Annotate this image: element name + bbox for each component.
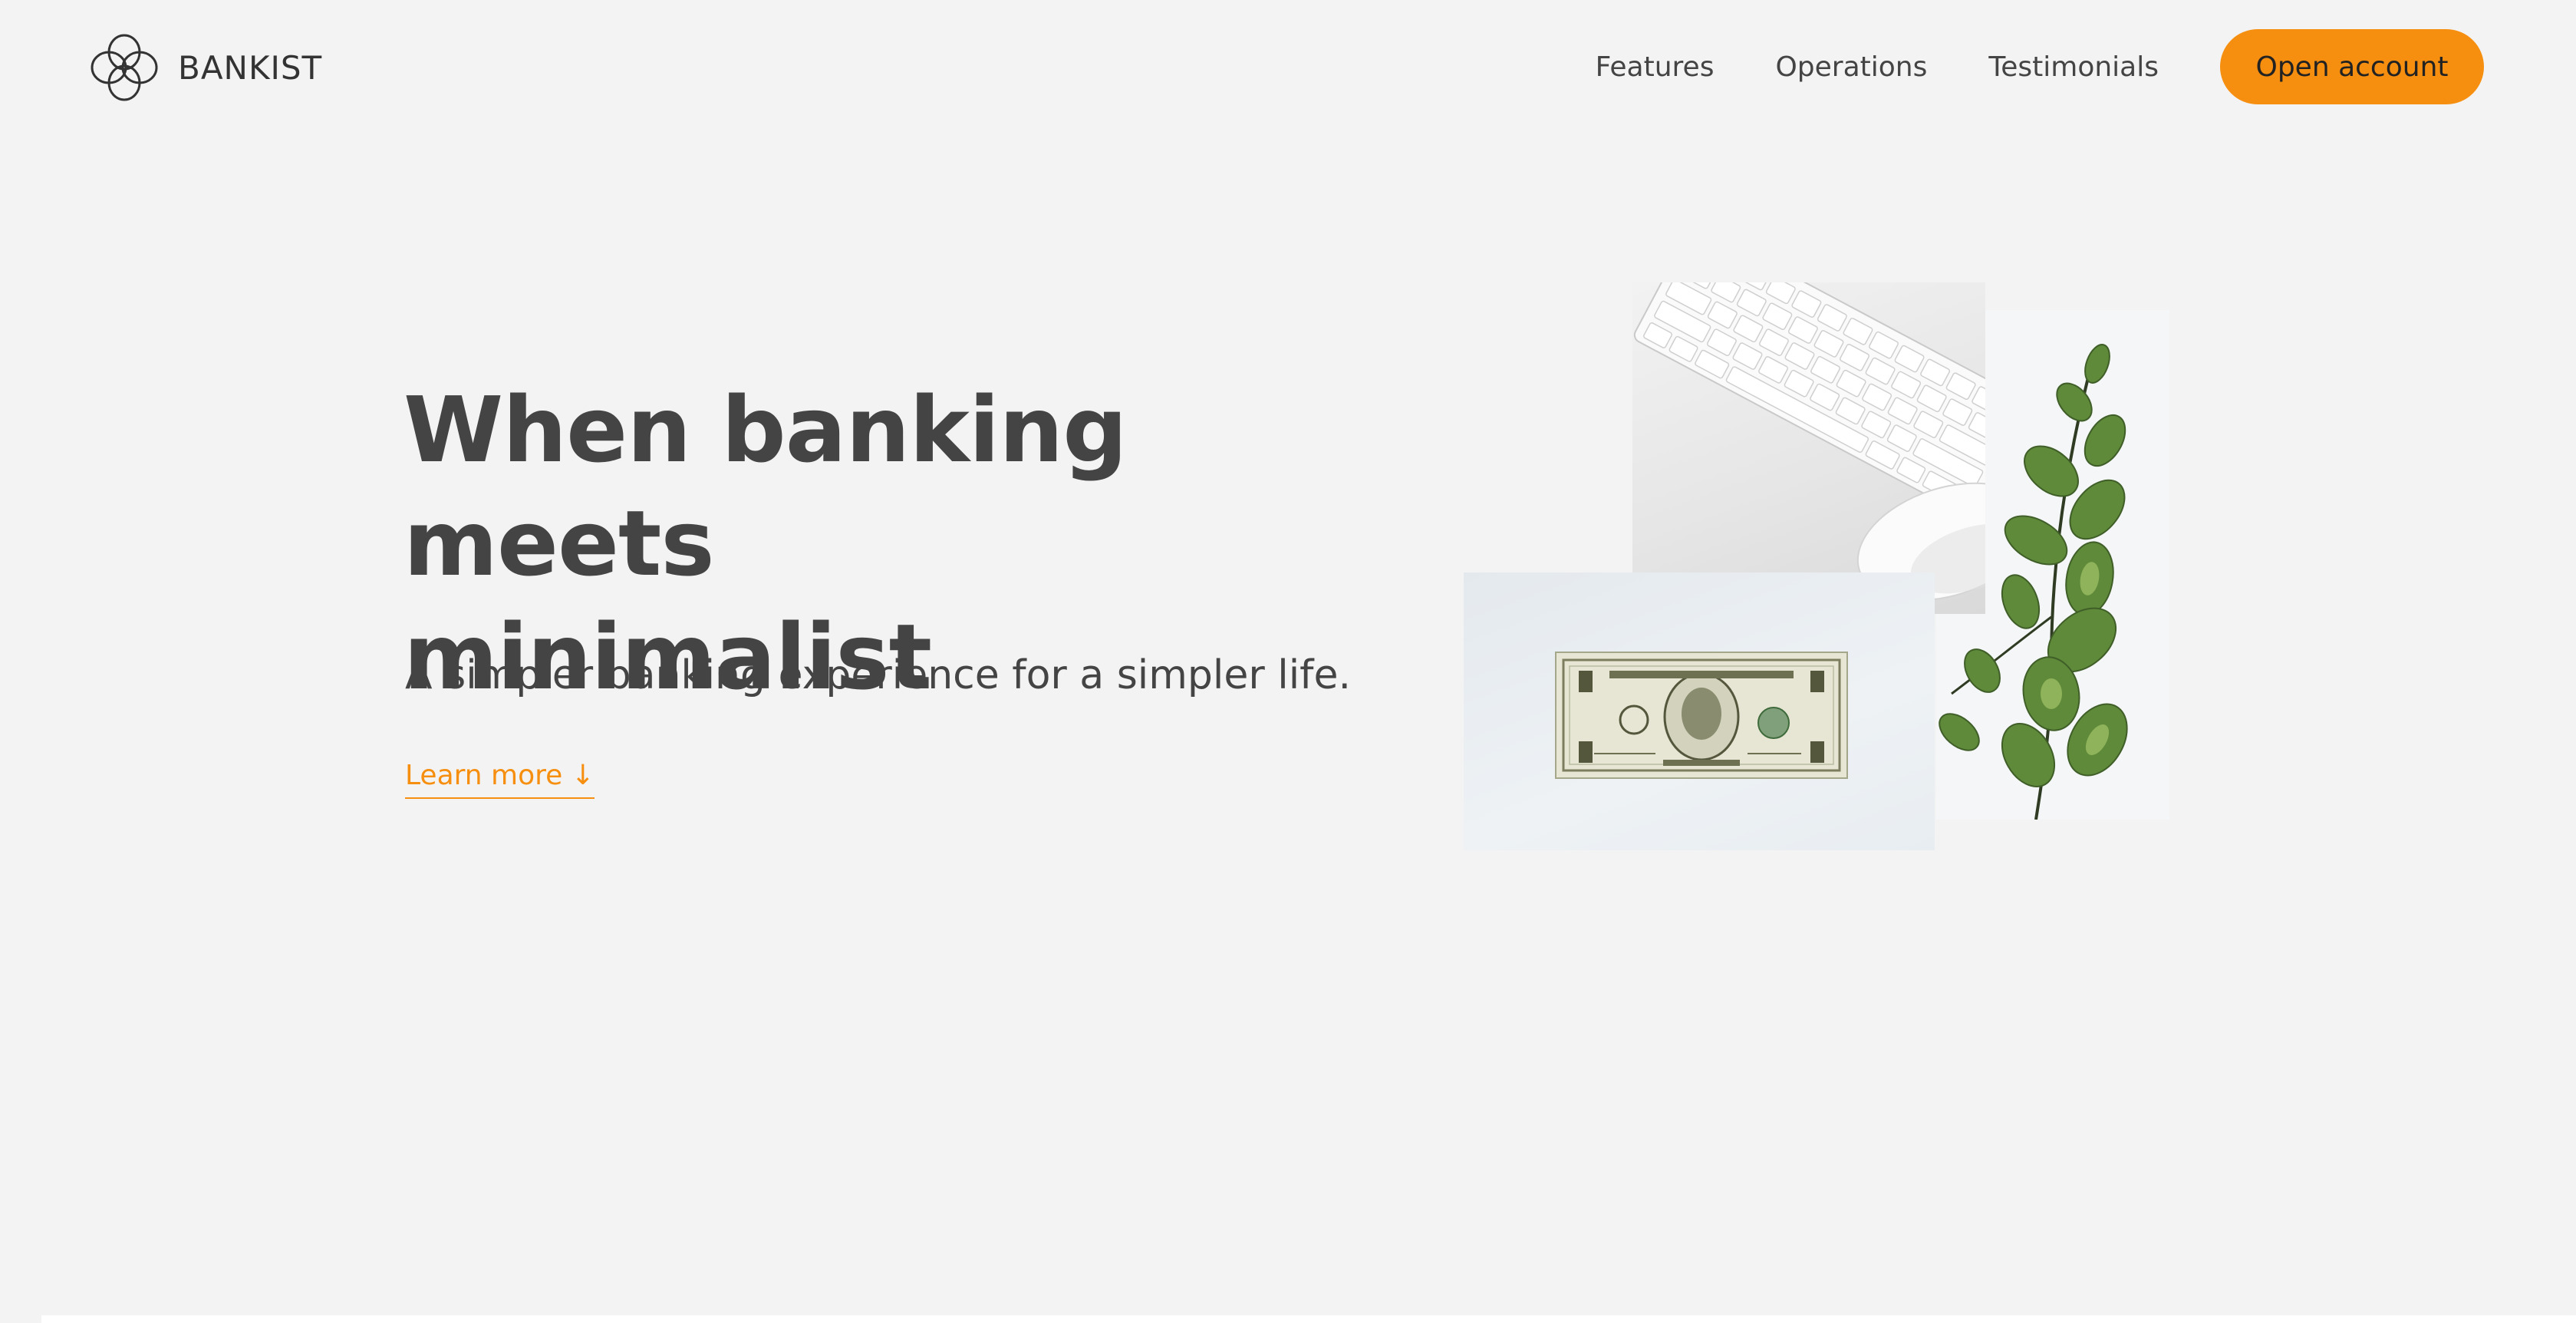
logo-icon [91,34,158,101]
navbar: BANKIST Features Operations Testimonials… [0,0,2576,135]
nav-link-testimonials[interactable]: Testimonials [1988,51,2159,83]
learn-more-link[interactable]: Learn more ↓ [405,760,595,799]
nav-link-operations[interactable]: Operations [1775,51,1927,83]
hero-title-line1: When banking meets [404,377,1128,596]
money-photo [1464,572,1935,850]
nav-link-features[interactable]: Features [1596,51,1715,83]
hero-subtitle: A simpler banking experience for a simpl… [405,652,1351,698]
hero-image [1464,282,2169,850]
open-account-button[interactable]: Open account [2220,29,2484,104]
brand-name: BANKIST [178,48,323,87]
logo[interactable]: BANKIST [89,32,322,103]
dollar-bill-illustration [1555,652,1848,779]
nav-links: Features Operations Testimonials Open ac… [1596,29,2484,104]
next-section-edge [41,1315,2576,1323]
keyboard-illustration [1633,282,1985,602]
keyboard-photo [1632,282,1985,614]
